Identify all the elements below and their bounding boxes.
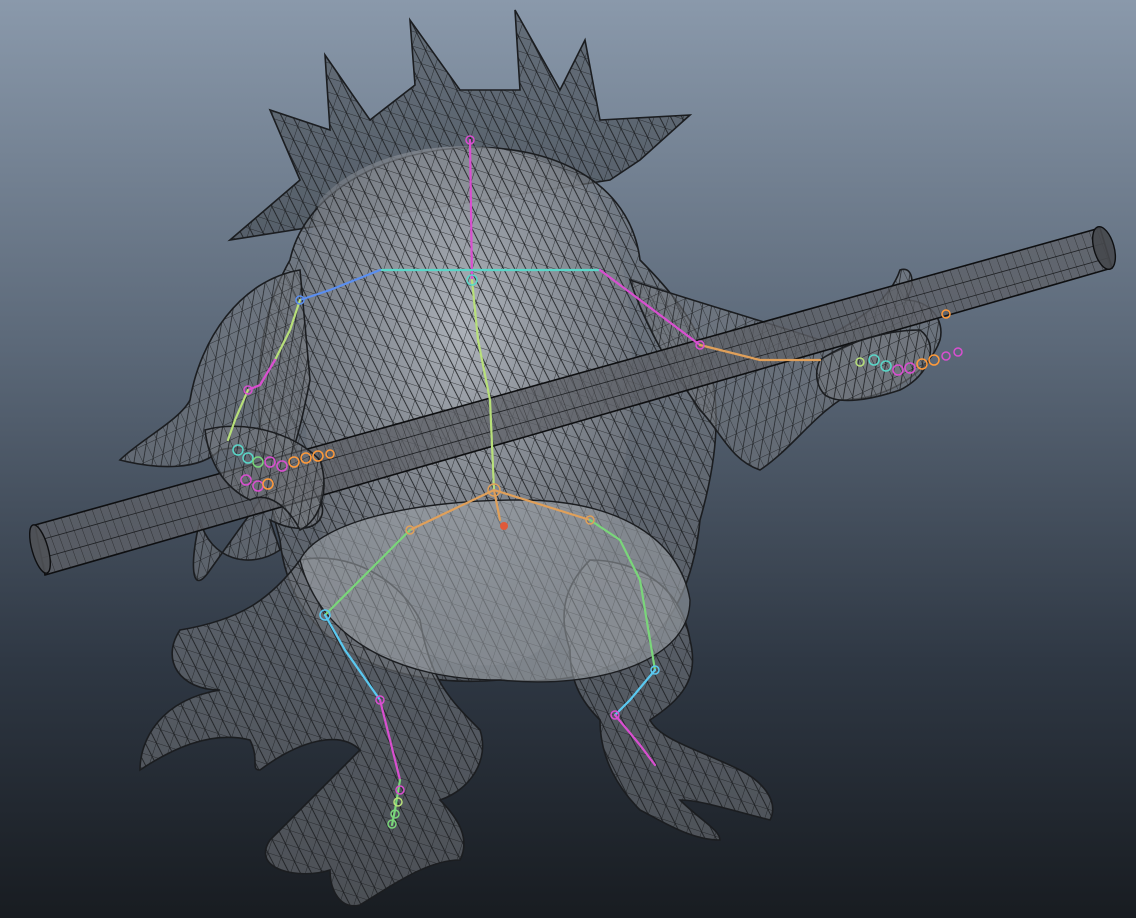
joint-root[interactable] [500, 522, 508, 530]
scene-canvas[interactable] [0, 0, 1136, 918]
3d-viewport[interactable] [0, 0, 1136, 918]
